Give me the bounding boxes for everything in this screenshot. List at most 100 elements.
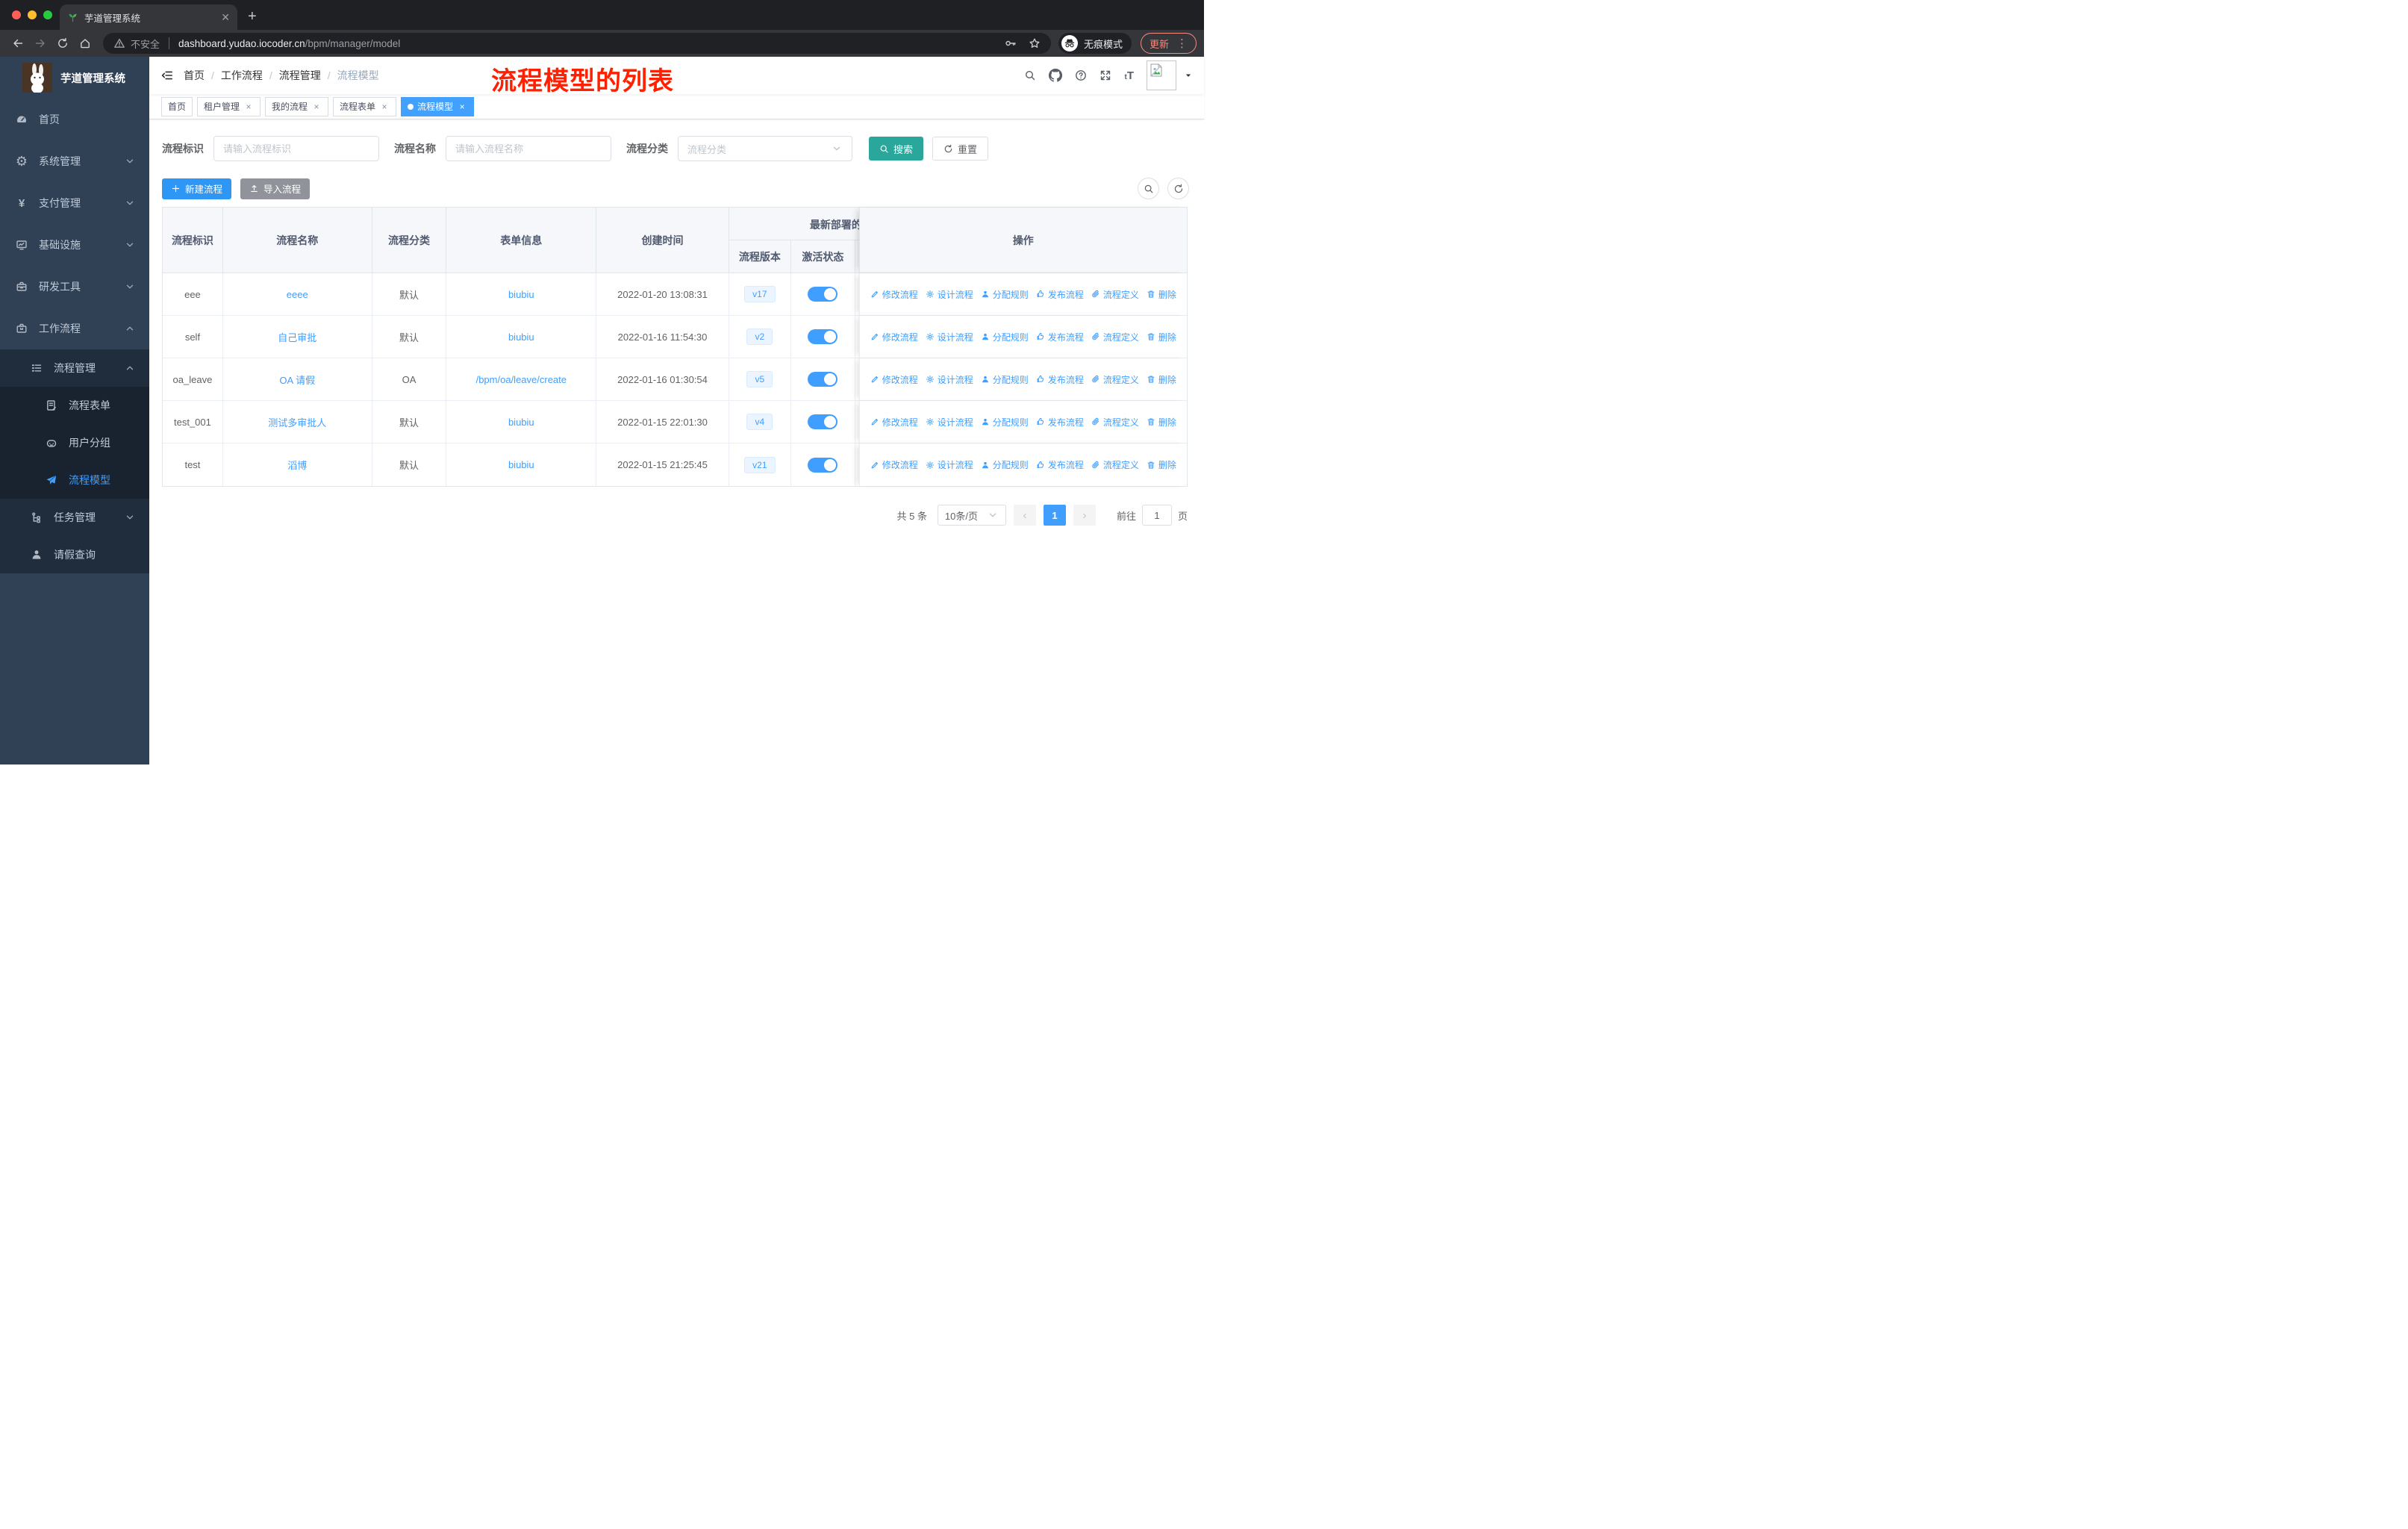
new-tab-button[interactable]: + <box>248 8 257 25</box>
sidebar-item-3[interactable]: 基础设施 <box>0 224 149 266</box>
sidebar-fold-icon[interactable] <box>161 69 173 81</box>
prev-page-button[interactable]: ‹ <box>1013 505 1036 526</box>
action-delete-link[interactable]: 删除 <box>1147 331 1176 343</box>
active-toggle[interactable] <box>808 372 838 387</box>
model-name-link[interactable]: 自己审批 <box>278 330 316 344</box>
tag-0[interactable]: 首页 <box>161 96 193 116</box>
action-definition-link[interactable]: 流程定义 <box>1091 416 1139 429</box>
breadcrumb-process-mgmt[interactable]: 流程管理 <box>279 68 321 83</box>
action-definition-link[interactable]: 流程定义 <box>1091 288 1139 301</box>
action-definition-link[interactable]: 流程定义 <box>1091 373 1139 386</box>
header-search-icon[interactable] <box>1024 69 1036 81</box>
sidebar-item-1[interactable]: ⚙ 系统管理 <box>0 140 149 182</box>
bookmark-star-icon[interactable] <box>1029 37 1041 49</box>
action-assign-link[interactable]: 分配规则 <box>981 416 1029 429</box>
close-window-button[interactable] <box>12 10 21 19</box>
action-design-link[interactable]: 设计流程 <box>926 416 973 429</box>
search-button[interactable]: 搜索 <box>869 137 924 161</box>
maximize-window-button[interactable] <box>43 10 52 19</box>
model-name-link[interactable]: 滔博 <box>287 458 307 472</box>
action-assign-link[interactable]: 分配规则 <box>981 288 1029 301</box>
form-info-link[interactable]: biubiu <box>508 459 534 470</box>
fullscreen-icon[interactable] <box>1099 69 1111 81</box>
forward-button[interactable] <box>30 33 51 54</box>
action-publish-link[interactable]: 发布流程 <box>1036 288 1084 301</box>
goto-page-input[interactable] <box>1141 505 1172 526</box>
window-controls[interactable] <box>12 10 52 19</box>
tag-4[interactable]: 流程模型 × <box>401 96 475 116</box>
action-assign-link[interactable]: 分配规则 <box>981 331 1029 343</box>
back-button[interactable] <box>7 33 28 54</box>
action-edit-link[interactable]: 修改流程 <box>870 331 918 343</box>
tab-close-icon[interactable]: ✕ <box>221 11 230 24</box>
process-key-input[interactable] <box>213 136 379 161</box>
minimize-window-button[interactable] <box>28 10 37 19</box>
address-bar[interactable]: 不安全 dashboard.yudao.iocoder.cn/bpm/manag… <box>103 33 1051 54</box>
home-button[interactable] <box>75 33 96 54</box>
action-design-link[interactable]: 设计流程 <box>926 331 973 343</box>
github-icon[interactable] <box>1049 69 1063 82</box>
page-size-select[interactable]: 10条/页 <box>937 505 1006 526</box>
page-1-button[interactable]: 1 <box>1043 505 1066 526</box>
reset-button[interactable]: 重置 <box>932 137 989 161</box>
reload-button[interactable] <box>52 33 73 54</box>
sidebar-item-2[interactable]: ¥ 支付管理 <box>0 182 149 224</box>
breadcrumb-home[interactable]: 首页 <box>184 68 205 83</box>
sidebar-item-0[interactable]: 首页 <box>0 99 149 140</box>
action-design-link[interactable]: 设计流程 <box>926 288 973 301</box>
browser-update-button[interactable]: 更新 ⋮ <box>1140 33 1197 54</box>
form-info-link[interactable]: biubiu <box>508 331 534 343</box>
avatar-caret-down-icon[interactable] <box>1185 72 1192 79</box>
action-delete-link[interactable]: 删除 <box>1147 458 1176 471</box>
key-icon[interactable] <box>1005 37 1017 49</box>
action-edit-link[interactable]: 修改流程 <box>870 373 918 386</box>
action-delete-link[interactable]: 删除 <box>1147 373 1176 386</box>
action-publish-link[interactable]: 发布流程 <box>1036 458 1084 471</box>
action-publish-link[interactable]: 发布流程 <box>1036 416 1084 429</box>
model-name-link[interactable]: OA 请假 <box>279 373 315 387</box>
action-edit-link[interactable]: 修改流程 <box>870 416 918 429</box>
browser-tab[interactable]: 芋道管理系统 ✕ <box>60 4 237 30</box>
action-edit-link[interactable]: 修改流程 <box>870 288 918 301</box>
action-design-link[interactable]: 设计流程 <box>926 373 973 386</box>
security-chip[interactable]: 不安全 <box>113 37 160 51</box>
tag-close-icon[interactable]: × <box>379 102 390 112</box>
browser-menu-dots-icon[interactable]: ⋮ <box>1176 38 1188 49</box>
action-assign-link[interactable]: 分配规则 <box>981 373 1029 386</box>
active-toggle[interactable] <box>808 329 838 344</box>
model-name-link[interactable]: eeee <box>287 289 308 300</box>
action-design-link[interactable]: 设计流程 <box>926 458 973 471</box>
sidebar-item-6[interactable]: 流程管理 <box>0 349 149 387</box>
active-toggle[interactable] <box>808 414 838 429</box>
tag-1[interactable]: 租户管理 × <box>197 96 261 116</box>
tag-close-icon[interactable]: × <box>457 102 467 112</box>
category-select[interactable]: 流程分类 <box>678 136 852 161</box>
next-page-button[interactable]: › <box>1073 505 1096 526</box>
sidebar-item-5[interactable]: 工作流程 <box>0 308 149 349</box>
help-icon[interactable] <box>1075 69 1087 81</box>
tag-close-icon[interactable]: × <box>243 102 254 112</box>
active-toggle[interactable] <box>808 457 838 473</box>
sidebar-item-8[interactable]: 用户分组 <box>0 424 149 461</box>
action-definition-link[interactable]: 流程定义 <box>1091 331 1139 343</box>
font-size-icon[interactable]: tT <box>1124 69 1134 82</box>
action-definition-link[interactable]: 流程定义 <box>1091 458 1139 471</box>
breadcrumb-workflow[interactable]: 工作流程 <box>221 68 263 83</box>
action-publish-link[interactable]: 发布流程 <box>1036 331 1084 343</box>
sidebar-item-10[interactable]: 任务管理 <box>0 499 149 536</box>
sidebar-item-9[interactable]: 流程模型 <box>0 461 149 499</box>
form-info-link[interactable]: biubiu <box>508 417 534 428</box>
sidebar-item-7[interactable]: 流程表单 <box>0 387 149 424</box>
sidebar-item-11[interactable]: 请假查询 <box>0 536 149 573</box>
action-publish-link[interactable]: 发布流程 <box>1036 373 1084 386</box>
action-edit-link[interactable]: 修改流程 <box>870 458 918 471</box>
active-toggle[interactable] <box>808 287 838 302</box>
process-name-input[interactable] <box>446 136 611 161</box>
refresh-table-button[interactable] <box>1167 178 1189 199</box>
tag-2[interactable]: 我的流程 × <box>265 96 329 116</box>
tag-close-icon[interactable]: × <box>311 102 322 112</box>
create-process-button[interactable]: 新建流程 <box>162 178 232 199</box>
form-info-link[interactable]: /bpm/oa/leave/create <box>476 374 567 385</box>
form-info-link[interactable]: biubiu <box>508 289 534 300</box>
action-delete-link[interactable]: 删除 <box>1147 288 1176 301</box>
